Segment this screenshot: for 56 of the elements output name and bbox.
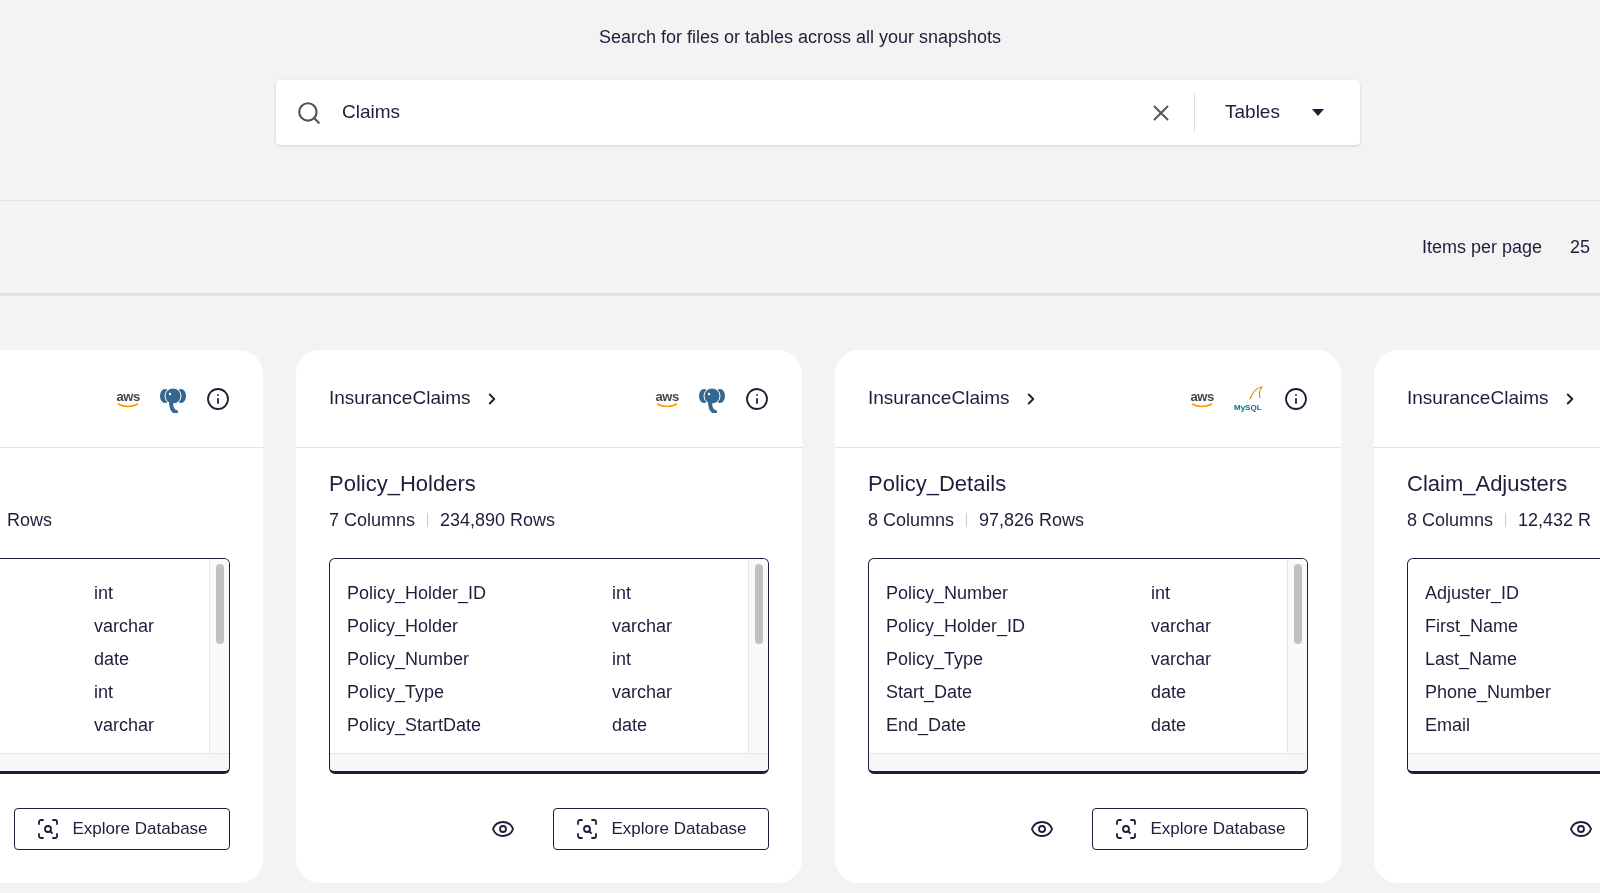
database-link[interactable]: InsuranceClaims: [868, 384, 1040, 413]
field-name: End_Date: [886, 714, 968, 738]
field-type: date: [94, 648, 131, 671]
row-count: 234,890 Rows: [440, 509, 556, 532]
field-type: int: [1151, 582, 1171, 605]
field-name: Last_Name: [1425, 648, 1519, 672]
aws-logo: aws: [1190, 389, 1214, 408]
field-name: Adjuster_ID: [1425, 582, 1521, 606]
scope-dropdown[interactable]: Tables: [1195, 80, 1360, 145]
table-title: Policy_Details: [868, 470, 1008, 498]
explore-database-button[interactable]: Explore Database: [553, 808, 769, 850]
field-type: int: [94, 582, 114, 605]
search-hint: Search for files or tables across all your snapshots: [597, 26, 1003, 49]
search-field[interactable]: Claims Tables: [276, 80, 1360, 145]
field-type: int: [612, 648, 632, 671]
row-count: Rows: [7, 509, 52, 532]
field-name: Policy_StartDate: [347, 714, 483, 738]
field-name: Policy_Type: [347, 681, 446, 705]
items-per-page-label: Items per page: [1421, 235, 1542, 259]
explore-database-button[interactable]: Explore Database: [14, 808, 230, 850]
page-size-select[interactable]: 25: [1569, 233, 1590, 261]
field-type: date: [1151, 714, 1188, 737]
explore-database-button[interactable]: Explore Database: [1092, 808, 1308, 850]
field-type: int: [612, 582, 632, 605]
column-count: 8 Columns: [1407, 509, 1494, 532]
field-name: Phone_Number: [1425, 681, 1553, 705]
field-name: Policy_Holder: [347, 615, 460, 639]
field-type: int: [94, 681, 114, 704]
field-name: Email: [1425, 714, 1471, 737]
aws-logo: aws: [116, 389, 140, 408]
search-input[interactable]: Claims: [342, 98, 1148, 127]
field-type: date: [1151, 681, 1188, 704]
field-name: Start_Date: [886, 681, 974, 705]
field-type: date: [612, 714, 649, 737]
field-name: Policy_Holder_ID: [886, 615, 1027, 639]
row-count: 12,432 R: [1518, 509, 1592, 532]
aws-logo: aws: [655, 389, 679, 408]
field-name: Policy_Holder_ID: [347, 582, 488, 606]
row-count: 97,826 Rows: [979, 509, 1085, 532]
field-type: varchar: [612, 615, 674, 638]
field-type: varchar: [612, 681, 674, 704]
database-link[interactable]: InsuranceClaims: [1407, 384, 1579, 413]
field-type: varchar: [1151, 648, 1213, 671]
dolphin-logo: MySQL: [1234, 385, 1264, 412]
field-name: Policy_Number: [886, 582, 1010, 606]
database-link[interactable]: InsuranceClaims: [329, 384, 501, 413]
table-title: Claim_Adjusters: [1407, 470, 1569, 498]
field-name: Policy_Type: [886, 648, 985, 672]
field-type: varchar: [94, 615, 156, 638]
field-name: Policy_Number: [347, 648, 471, 672]
column-count: 8 Columns: [868, 509, 955, 532]
column-count: 7 Columns: [329, 509, 416, 532]
field-type: varchar: [94, 714, 156, 737]
field-type: varchar: [1151, 615, 1213, 638]
field-name: First_Name: [1425, 615, 1519, 639]
table-title: Policy_Holders: [329, 470, 477, 498]
